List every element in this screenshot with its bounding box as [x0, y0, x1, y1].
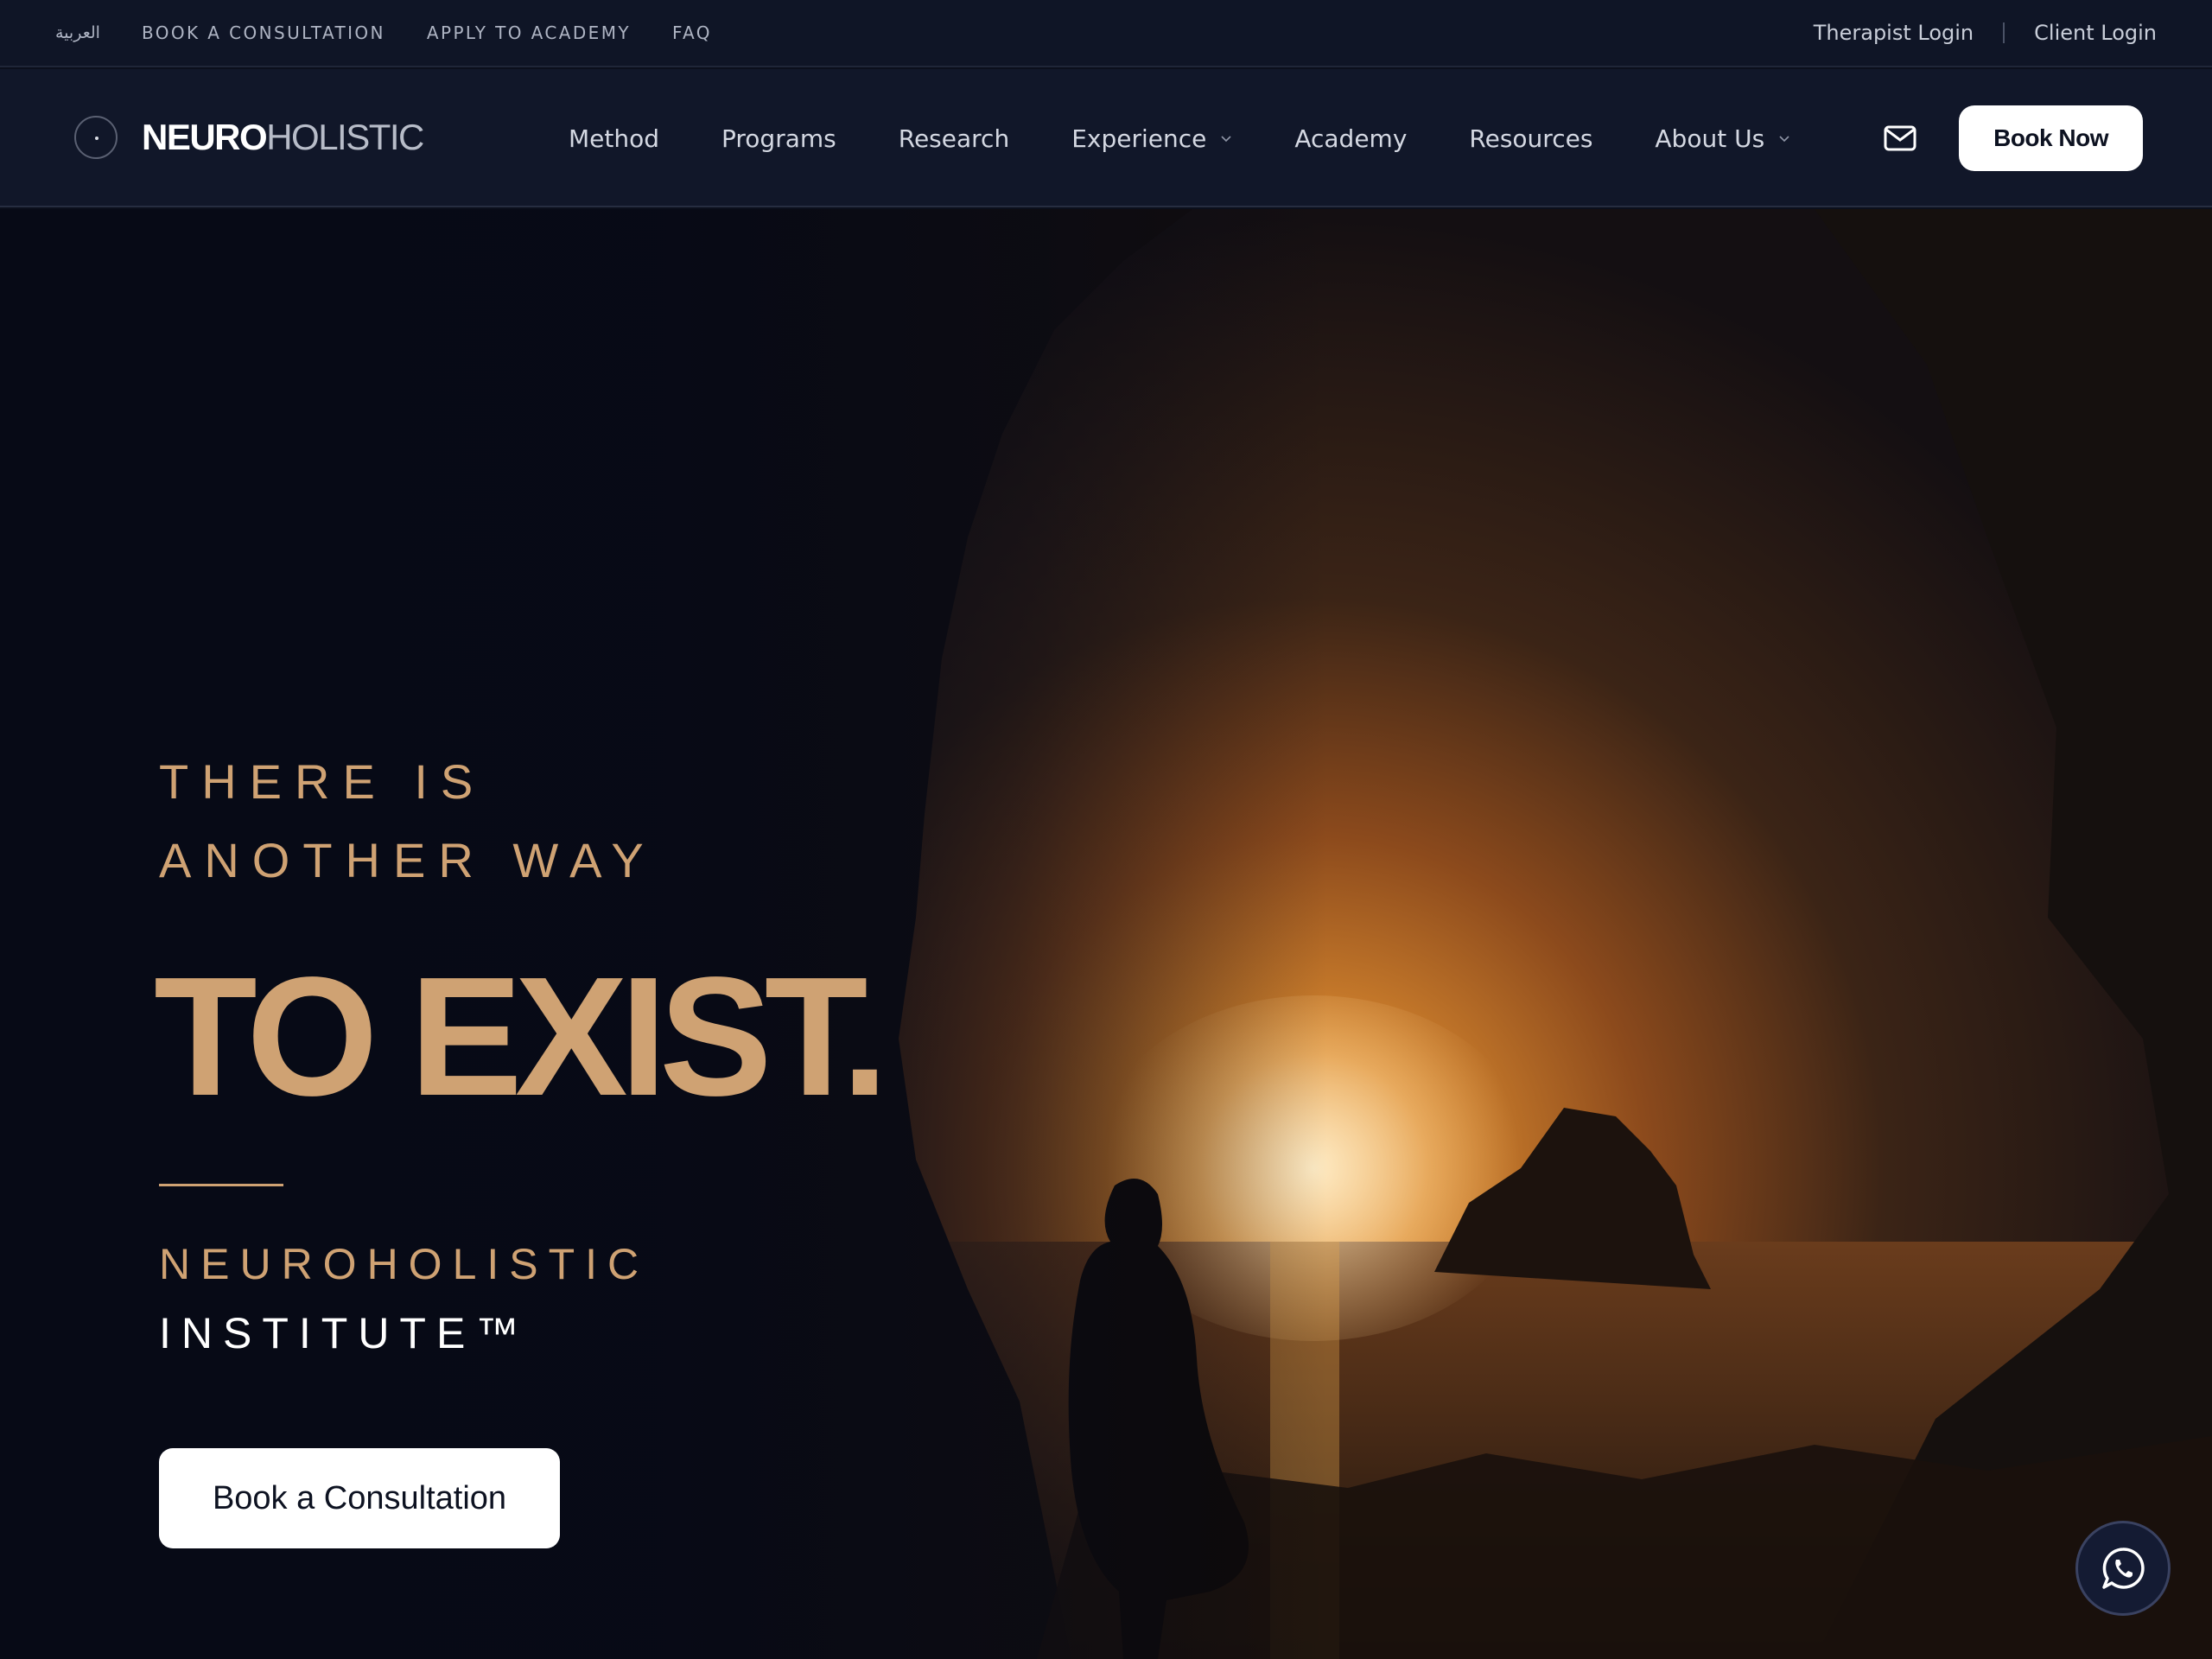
- utility-bar: العربية BOOK A CONSULTATION APPLY TO ACA…: [0, 0, 2212, 67]
- nav-item-academy[interactable]: Academy: [1294, 124, 1407, 153]
- nav-item-resources[interactable]: Resources: [1469, 124, 1592, 153]
- whatsapp-icon: [2102, 1548, 2145, 1589]
- main-nav: NEUROHOLISTIC Method Programs Research E…: [0, 69, 2212, 207]
- apply-academy-link[interactable]: APPLY TO ACADEMY: [427, 22, 631, 43]
- language-switch-link[interactable]: العربية: [55, 23, 100, 42]
- hero-headline: TO EXIST.: [154, 942, 888, 1131]
- institute-name-line-2: INSTITUTE™: [159, 1309, 530, 1357]
- nav-item-label: Resources: [1469, 124, 1593, 153]
- logo-wordmark: NEUROHOLISTIC: [142, 117, 424, 157]
- book-now-button[interactable]: Book Now: [1959, 105, 2143, 171]
- chevron-down-icon: [1221, 136, 1231, 143]
- nav-item-label: Academy: [1294, 124, 1408, 153]
- nav-links: Method Programs Research Experience Acad…: [569, 69, 1790, 207]
- nav-item-about-us[interactable]: About Us: [1655, 124, 1790, 153]
- nav-item-method[interactable]: Method: [569, 124, 659, 153]
- hero-divider: [159, 1184, 283, 1186]
- client-login-link[interactable]: Client Login: [2034, 21, 2157, 45]
- login-separator: [2003, 22, 2005, 43]
- hero-section: THERE IS ANOTHER WAY TO EXIST. NEUROHOLI…: [0, 209, 2212, 1659]
- faq-link[interactable]: FAQ: [672, 22, 712, 43]
- nav-item-label: About Us: [1655, 124, 1765, 153]
- mail-icon[interactable]: [1883, 121, 1917, 156]
- hero-kicker-line-2: ANOTHER WAY: [159, 833, 657, 887]
- nav-item-experience[interactable]: Experience: [1071, 124, 1232, 153]
- institute-name-line-1: NEUROHOLISTIC: [159, 1240, 650, 1288]
- utility-links: العربية BOOK A CONSULTATION APPLY TO ACA…: [55, 22, 712, 43]
- logo-word-light: HOLISTIC: [266, 117, 424, 157]
- login-links: Therapist Login Client Login: [1814, 21, 2157, 45]
- logo[interactable]: NEUROHOLISTIC: [74, 116, 424, 159]
- logo-word-bold: NEURO: [142, 117, 268, 157]
- whatsapp-chat-button[interactable]: [2075, 1521, 2171, 1616]
- book-consultation-button[interactable]: Book a Consultation: [159, 1448, 560, 1548]
- nav-item-label: Research: [898, 124, 1010, 153]
- therapist-login-link[interactable]: Therapist Login: [1814, 21, 1974, 45]
- hero-background-image: [0, 209, 2212, 1659]
- hero-kicker-line-1: THERE IS: [159, 754, 486, 809]
- nav-item-label: Experience: [1071, 124, 1207, 153]
- nav-item-label: Programs: [721, 124, 836, 153]
- nav-item-programs[interactable]: Programs: [721, 124, 836, 153]
- nav-actions: Book Now: [1883, 69, 2143, 207]
- logo-mark-icon: [74, 116, 118, 159]
- chevron-down-icon: [1779, 136, 1789, 143]
- nav-item-label: Method: [569, 124, 660, 153]
- book-consultation-link[interactable]: BOOK A CONSULTATION: [142, 22, 385, 43]
- nav-item-research[interactable]: Research: [899, 124, 1009, 153]
